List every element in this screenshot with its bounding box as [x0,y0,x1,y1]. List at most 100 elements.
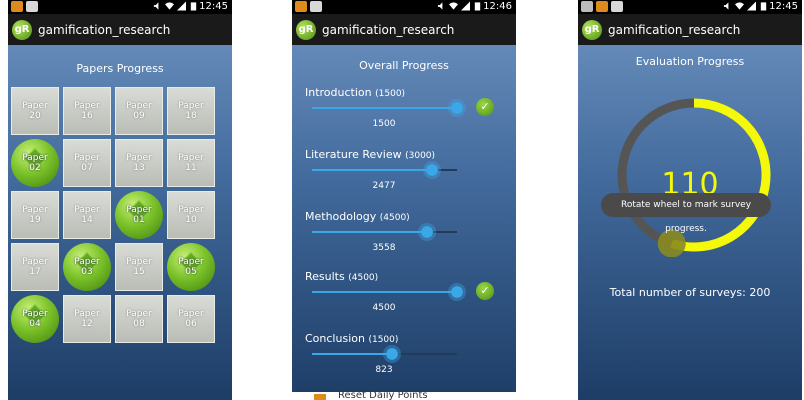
paper-label: Paper [22,205,48,215]
app-title: gamification_research [608,22,741,37]
progress-section: Introduction (1500) 1500 ✓ [292,86,516,146]
android-notification-icon [596,1,608,12]
app-logo[interactable]: gR [582,19,602,40]
section-name: Results [305,270,345,283]
paper-label: Paper [126,101,152,111]
paper-number: 07 [81,163,93,173]
paper-tile-button[interactable]: Paper 16 [63,87,111,135]
paper-tile-cell: Paper 02 [11,139,59,187]
paper-number: 16 [81,111,93,121]
paper-label: Paper [178,309,204,319]
paper-completed-button[interactable]: Paper 05 [167,243,215,291]
status-time: 12:45 [199,1,228,12]
paper-label: Paper [74,153,100,163]
paper-number: 09 [133,111,145,121]
section-title: Literature Review (3000) [305,148,435,161]
slider-thumb[interactable] [448,99,466,117]
paper-number: 08 [133,319,145,329]
paper-tile-cell: Paper 08 [115,295,163,343]
paper-tile-button[interactable]: Paper 18 [167,87,215,135]
paper-tile-cell: Paper 06 [167,295,215,343]
section-name: Conclusion [305,332,365,345]
paper-completed-button[interactable]: Paper 03 [63,243,111,291]
signal-icon [461,1,470,11]
paper-tile-button[interactable]: Paper 08 [115,295,163,343]
paper-label: Paper [22,153,48,163]
paper-tile-button[interactable]: Paper 09 [115,87,163,135]
action-bar: gR gamification_research [8,14,232,45]
bottom-sheet-text: Reset Daily Points [338,390,428,400]
paper-tile-button[interactable]: Paper 17 [11,243,59,291]
paper-tile-button[interactable]: Paper 07 [63,139,111,187]
battery-icon [190,2,197,11]
paper-tile-cell: Paper 17 [11,243,59,291]
paper-label: Paper [126,153,152,163]
paper-completed-button[interactable]: Paper 01 [115,191,163,239]
progress-slider[interactable] [312,345,457,363]
mute-icon [153,2,159,10]
section-max: (4500) [348,273,379,283]
mail-icon [581,1,593,12]
progress-section: Conclusion (1500) 823 [292,332,516,392]
section-value: 3558 [372,243,396,253]
paper-completed-button[interactable]: Paper 04 [11,295,59,343]
paper-number: 17 [29,267,41,277]
paper-tile-button[interactable]: Paper 15 [115,243,163,291]
section-name: Introduction [305,86,372,99]
cat-icon [26,1,38,12]
section-max: (3000) [405,151,436,161]
paper-label: Paper [22,309,48,319]
paper-tile-cell: Paper 07 [63,139,111,187]
paper-tile-cell: Paper 15 [115,243,163,291]
overall-progress-screen: 12:46 gR gamification_research Overall P… [292,0,516,400]
paper-number: 19 [29,215,41,225]
paper-tile-button[interactable]: Paper 06 [167,295,215,343]
page-title: Evaluation Progress [635,55,745,68]
paper-tile-cell: Paper 16 [63,87,111,135]
paper-number: 18 [185,111,197,121]
section-value: 1500 [372,119,396,129]
paper-label: Paper [126,257,152,267]
paper-tile-cell: Paper 13 [115,139,163,187]
paper-tile-button[interactable]: Paper 11 [167,139,215,187]
progress-slider[interactable] [312,223,457,241]
paper-completed-button[interactable]: Paper 02 [11,139,59,187]
progress-slider[interactable] [312,99,466,117]
status-bar: 12:46 [292,0,516,14]
paper-tile-button[interactable]: Paper 20 [11,87,59,135]
paper-number: 10 [185,215,197,225]
paper-tile-button[interactable]: Paper 14 [63,191,111,239]
paper-tile-button[interactable]: Paper 19 [11,191,59,239]
section-value: 2477 [372,181,396,191]
app-logo[interactable]: gR [12,19,32,40]
total-surveys-label: Total number of surveys: 200 [609,286,771,299]
slider-thumb[interactable] [422,161,441,179]
slider-thumb[interactable] [448,283,466,301]
paper-label: Paper [74,309,100,319]
slider-fill [312,107,457,109]
status-time: 12:46 [483,1,512,12]
slider-fill [312,231,427,233]
check-icon: ✓ [476,98,494,116]
paper-label: Paper [178,153,204,163]
reset-icon [314,394,326,400]
progress-slider[interactable] [312,161,457,179]
progress-slider[interactable] [312,283,466,301]
slider-thumb[interactable] [382,345,401,363]
paper-tile-button[interactable]: Paper 10 [167,191,215,239]
paper-tile-button[interactable]: Paper 12 [63,295,111,343]
progress-section: Results (4500) 4500 ✓ [292,270,516,330]
slider-fill [312,291,457,293]
paper-label: Paper [74,205,100,215]
bottom-sheet[interactable]: Reset Daily Points [292,390,516,400]
paper-number: 02 [29,163,41,173]
android-notification-icon [295,1,307,12]
paper-number: 12 [81,319,93,329]
paper-tile-button[interactable]: Paper 13 [115,139,163,187]
section-value: 823 [375,365,393,375]
app-logo[interactable]: gR [296,19,316,40]
paper-tile-cell: Paper 09 [115,87,163,135]
wifi-icon [449,2,458,10]
slider-thumb[interactable] [417,223,436,241]
paper-number: 20 [29,111,41,121]
